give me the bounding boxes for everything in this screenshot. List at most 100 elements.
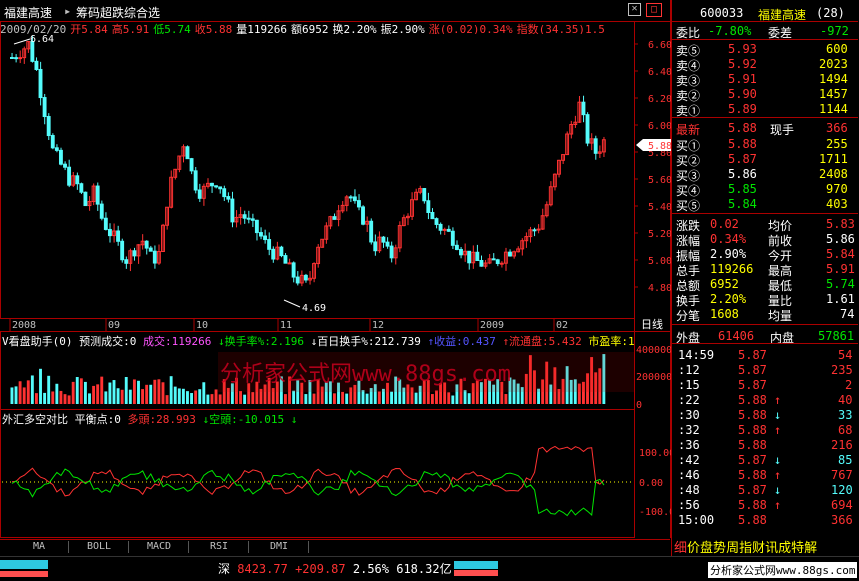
volume-bar <box>435 390 438 404</box>
candle-body <box>287 262 292 265</box>
volume-bar <box>161 382 165 404</box>
candle-body <box>18 57 23 60</box>
candle-body <box>107 228 112 237</box>
candle-body <box>226 196 231 200</box>
quote-tab[interactable]: 价 <box>687 541 700 556</box>
candle-body <box>361 206 365 225</box>
volume-bar <box>96 384 100 404</box>
candle-body <box>454 244 459 250</box>
volume-bar <box>251 392 255 404</box>
candle-body <box>430 211 435 220</box>
candle-body <box>303 274 308 281</box>
volume-bar <box>377 391 381 404</box>
candle-body <box>491 258 496 261</box>
candle-body <box>83 191 88 207</box>
date-tick-label: 12 <box>372 320 384 331</box>
stat-row: 换手 2.20% 量比 1.61 <box>676 292 855 308</box>
tick-row: :56 5.88 ↑ 694 <box>678 498 853 512</box>
tick-row: 14:59 5.87 54 <box>678 348 853 362</box>
sell-row: 卖⑤ 5.93 600 <box>676 42 848 58</box>
tick-row: :22 5.88 ↑ 40 <box>678 393 853 407</box>
volume-bar <box>463 390 467 404</box>
quote-tab[interactable]: 指 <box>739 541 752 556</box>
osc-panel-frame <box>0 409 635 538</box>
candle-body <box>193 170 198 191</box>
candle-body <box>283 255 288 264</box>
candle-body <box>467 250 472 264</box>
market-index: 深 8423.77 +209.87 2.56% 618.32亿 <box>218 560 452 577</box>
volume-bar <box>132 379 136 404</box>
chart-canvas[interactable]: 6.606.406.206.005.805.605.405.205.004.80… <box>0 0 671 540</box>
tick-row: :42 5.87 ↓ 85 <box>678 453 853 467</box>
quote-tab[interactable]: 细 <box>674 541 687 556</box>
vol-revenue: ↑收益:0.437 <box>427 335 496 348</box>
volume-bar <box>218 394 222 404</box>
max-price-label: 6.64 <box>30 34 54 45</box>
candle-body <box>246 217 251 220</box>
date-tick-label: 11 <box>280 320 292 331</box>
candle-body <box>99 203 104 219</box>
quote-tab[interactable]: 特 <box>791 541 804 556</box>
index-amount: 618.32亿 <box>396 562 452 576</box>
candle-body <box>352 196 357 202</box>
quote-tab[interactable]: 势 <box>713 541 726 556</box>
price-tick-label: 5.60 <box>648 175 671 186</box>
date-tick-label: 09 <box>108 320 120 331</box>
candle-body <box>271 248 276 260</box>
volume-tick-label: 200000 <box>636 372 671 383</box>
osc-title[interactable]: 外汇多空对比 <box>2 413 68 426</box>
quote-tab[interactable]: 成 <box>778 541 791 556</box>
volume-bar <box>194 390 198 404</box>
tab-rsi[interactable]: RSI <box>190 541 249 553</box>
volume-bar <box>284 394 287 404</box>
outer-inner-row: 外盘 61406 内盘 57861 <box>676 329 855 345</box>
quote-tab[interactable]: 周 <box>726 541 739 556</box>
volume-bar <box>137 380 140 404</box>
volume-bar <box>100 376 104 404</box>
sell-row: 卖③ 5.91 1494 <box>676 72 848 88</box>
volume-bar <box>304 394 308 404</box>
candle-body <box>67 166 72 186</box>
stat-row: 分笔 1608 均量 74 <box>676 307 855 323</box>
stat-row: 涨幅 0.34% 前收 5.86 <box>676 232 855 248</box>
price-tick-label: 6.60 <box>648 40 671 51</box>
osc-balance: 平衡点:0 <box>74 413 121 426</box>
svg-text:5.88: 5.88 <box>648 141 671 152</box>
volume-bar <box>181 388 185 404</box>
volume-bar <box>467 393 471 404</box>
volume-bar <box>116 388 120 404</box>
quote-tab[interactable]: 财 <box>752 541 765 556</box>
tab-dmi[interactable]: DMI <box>250 541 309 553</box>
vol-title[interactable]: V看盘助手(0) <box>2 335 73 348</box>
tab-boll[interactable]: BOLL <box>70 541 129 553</box>
quote-tab[interactable]: 盘 <box>700 541 713 556</box>
volume-bar <box>173 386 177 404</box>
sell-row: 卖① 5.89 1144 <box>676 102 848 118</box>
tab-ma[interactable]: MA <box>10 541 69 553</box>
indicator-tabs: MA BOLL MACD RSI DMI <box>0 539 670 554</box>
volume-bar <box>361 390 365 404</box>
min-price-label: 4.69 <box>302 303 326 314</box>
osc-long: 多頭:28.993 <box>127 413 196 426</box>
quote-tab[interactable]: 解 <box>804 541 817 556</box>
market-name: 深 <box>218 562 231 576</box>
candle-body <box>38 68 43 99</box>
candle-body <box>373 241 378 252</box>
date-tick-label: 2009 <box>480 320 504 331</box>
price-tick-label: 6.20 <box>648 94 671 105</box>
candle-body <box>581 101 586 116</box>
quote-tab[interactable]: 讯 <box>765 541 778 556</box>
candle-body <box>42 97 47 118</box>
sell-row: 卖④ 5.92 2023 <box>676 57 848 73</box>
candle-body <box>63 163 67 168</box>
vol-float: ↑流通盘:5.432 <box>502 335 582 348</box>
volume-bar <box>504 394 508 404</box>
volume-bar <box>243 394 247 404</box>
period-label[interactable]: 日线 <box>641 317 663 331</box>
tab-macd[interactable]: MACD <box>130 541 189 553</box>
volume-bar <box>120 389 124 404</box>
candle-body <box>197 189 202 199</box>
volume-bar <box>332 393 336 404</box>
sell-row: 卖② 5.90 1457 <box>676 87 848 103</box>
volume-bar <box>206 394 210 404</box>
